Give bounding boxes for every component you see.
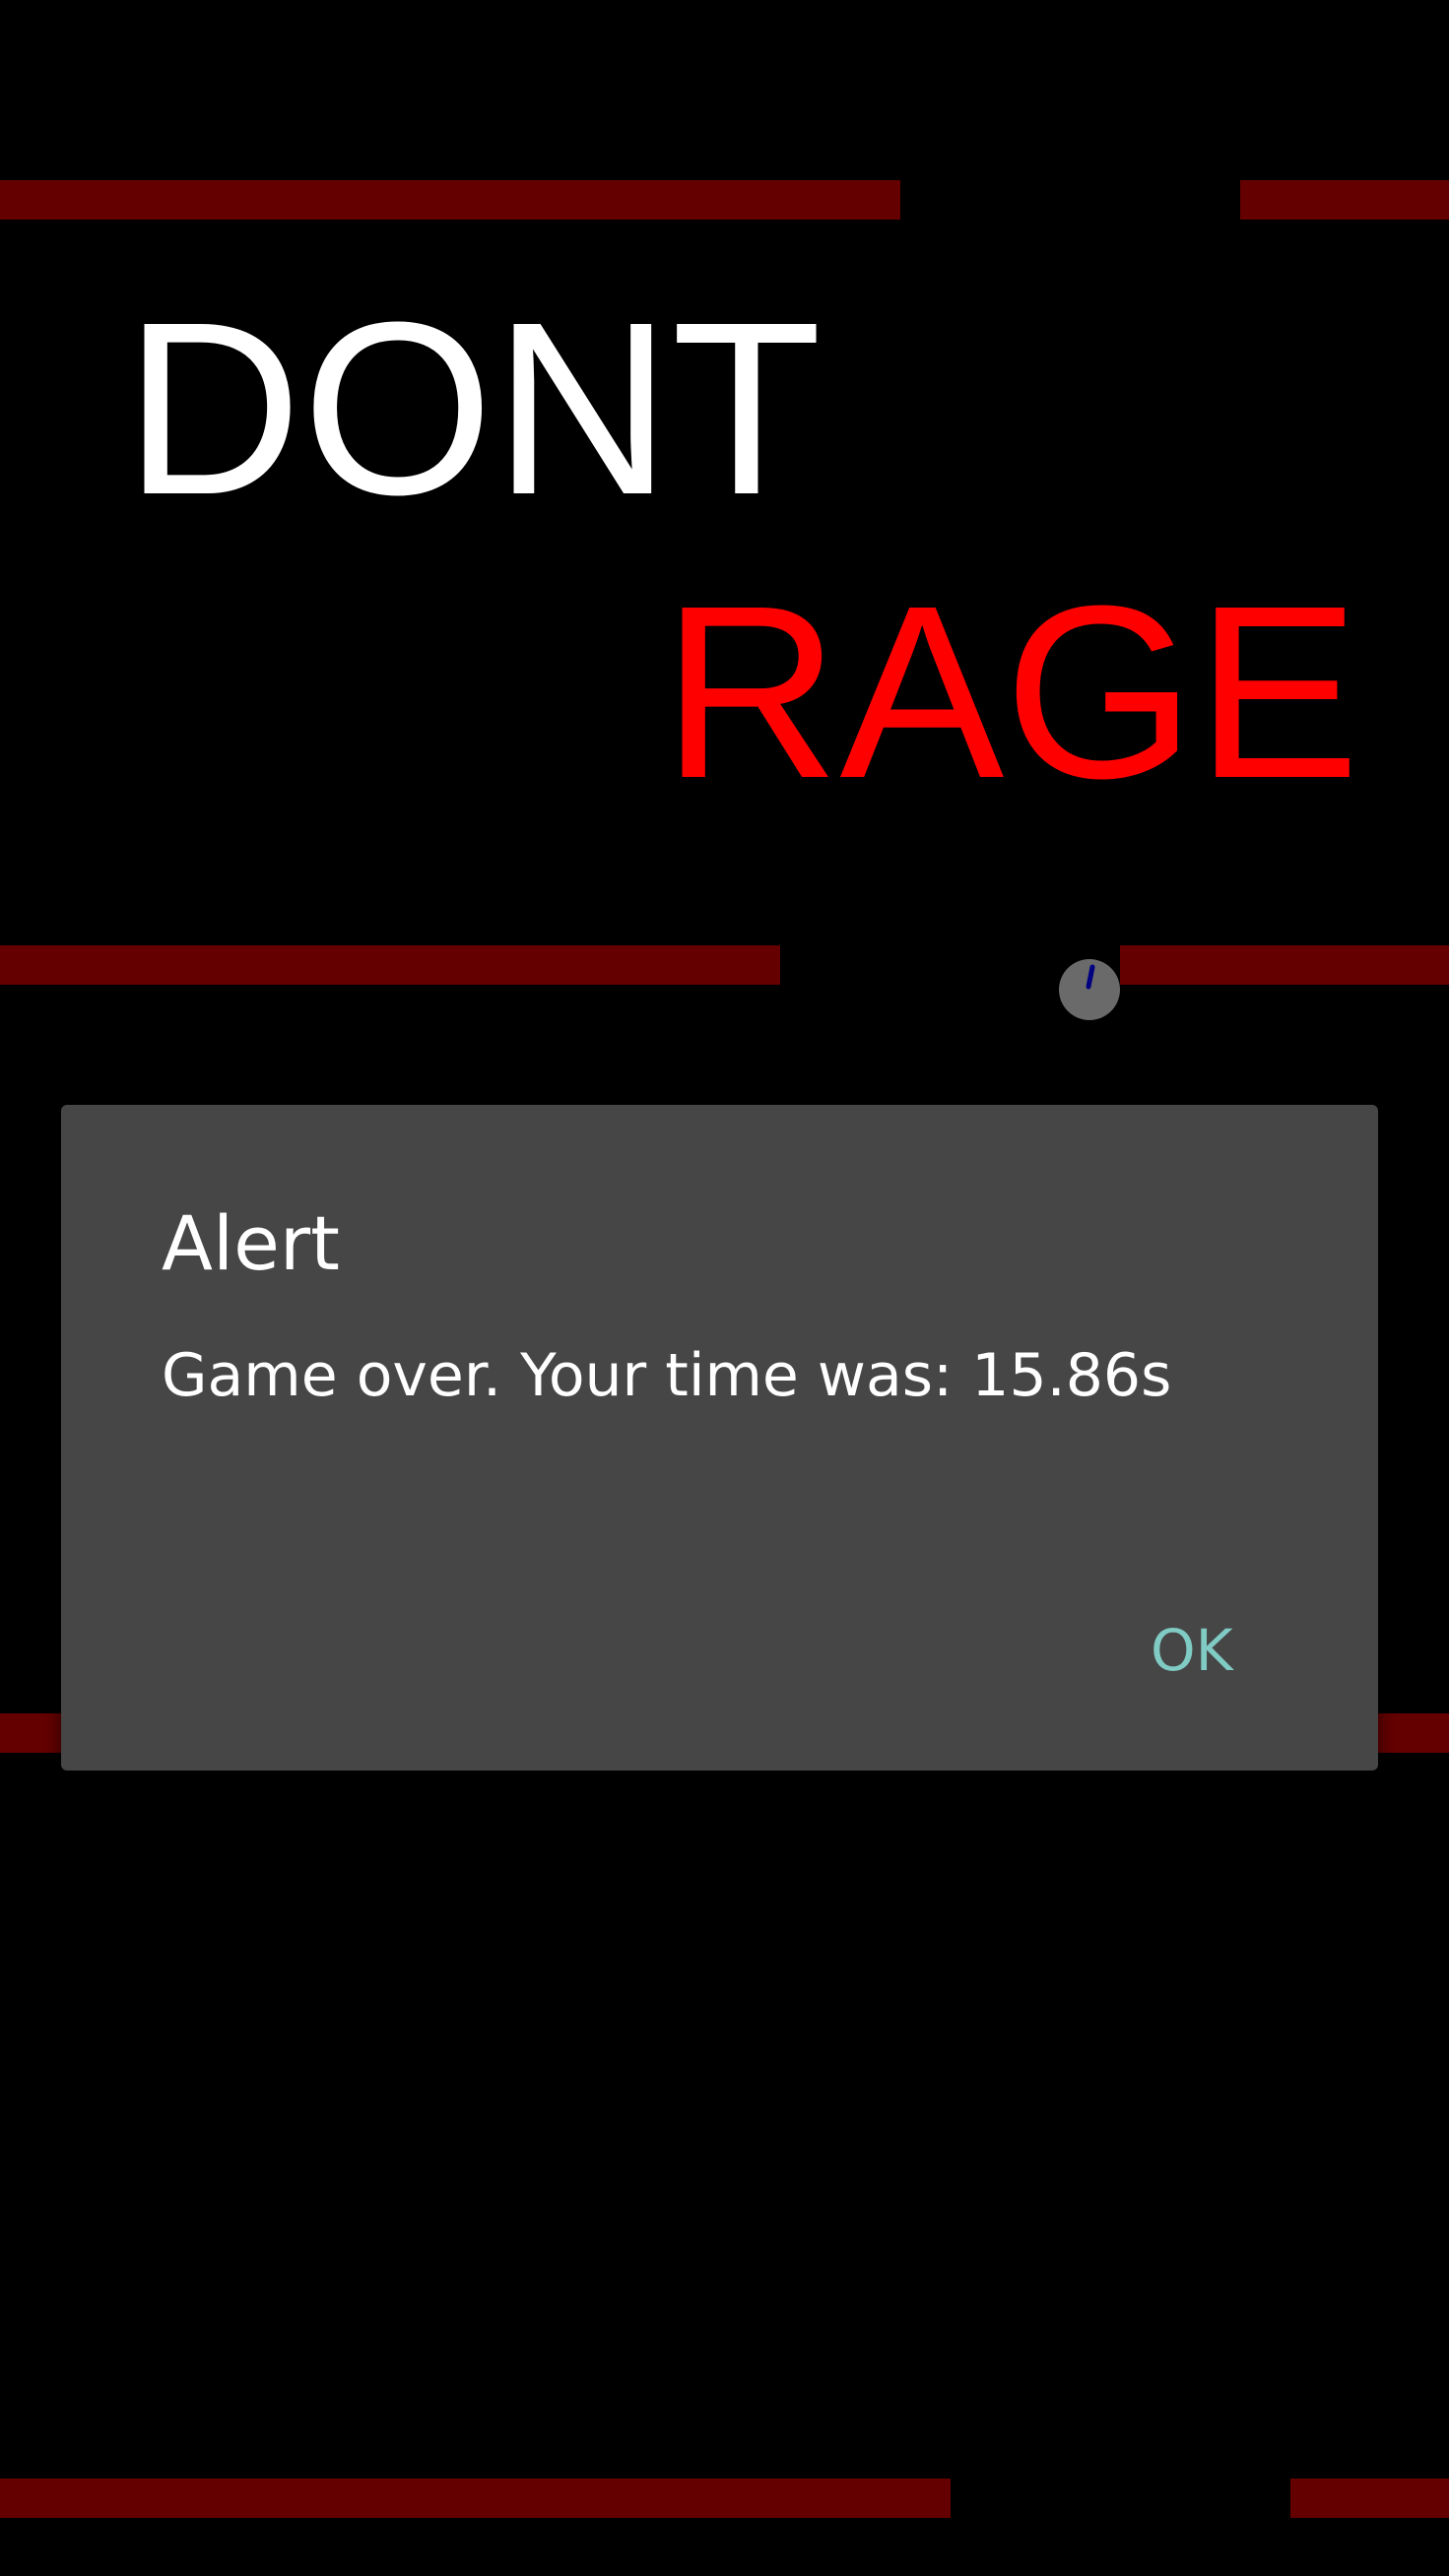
alert-dialog: Alert Game over. Your time was: 15.86s O…	[61, 1105, 1378, 1771]
game-canvas[interactable]: DONT RAGE Alert Game over. Your time was…	[0, 0, 1449, 2576]
title-word-rage: RAGE	[662, 554, 1360, 829]
player-ball	[1059, 959, 1120, 1020]
dialog-title: Alert	[162, 1199, 340, 1287]
ok-button[interactable]: OK	[1135, 1607, 1249, 1694]
obstacle-bar	[1120, 945, 1449, 985]
obstacle-bar	[0, 945, 780, 985]
ball-direction-icon	[1086, 964, 1095, 990]
obstacle-bar	[1240, 180, 1449, 220]
dialog-message: Game over. Your time was: 15.86s	[162, 1341, 1172, 1410]
obstacle-bar	[1369, 1713, 1449, 1753]
obstacle-bar	[1290, 2479, 1449, 2518]
obstacle-bar	[0, 2479, 951, 2518]
title-word-dont: DONT	[124, 271, 823, 546]
obstacle-bar	[0, 1713, 69, 1753]
obstacle-bar	[0, 180, 900, 220]
